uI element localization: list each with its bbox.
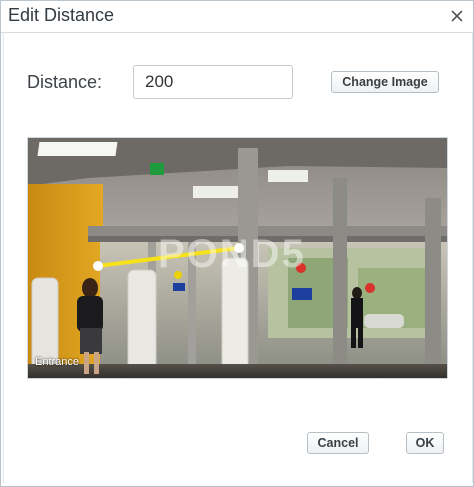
measure-handle-start[interactable]: [93, 261, 103, 271]
image-watermark: POND5: [158, 232, 306, 276]
ok-button[interactable]: OK: [406, 432, 444, 454]
change-image-button[interactable]: Change Image: [331, 71, 439, 93]
dialog-titlebar: Edit Distance: [1, 1, 473, 33]
distance-image[interactable]: POND5 Entrance: [27, 137, 448, 379]
image-caption: Entrance: [35, 356, 80, 368]
cancel-button[interactable]: Cancel: [307, 432, 369, 454]
distance-label: Distance:: [27, 72, 103, 92]
edit-distance-dialog: Edit Distance Distance: Change Image: [0, 0, 474, 487]
dialog-title: Edit Distance: [8, 5, 115, 25]
distance-input[interactable]: [133, 65, 293, 99]
close-icon[interactable]: [449, 8, 465, 24]
